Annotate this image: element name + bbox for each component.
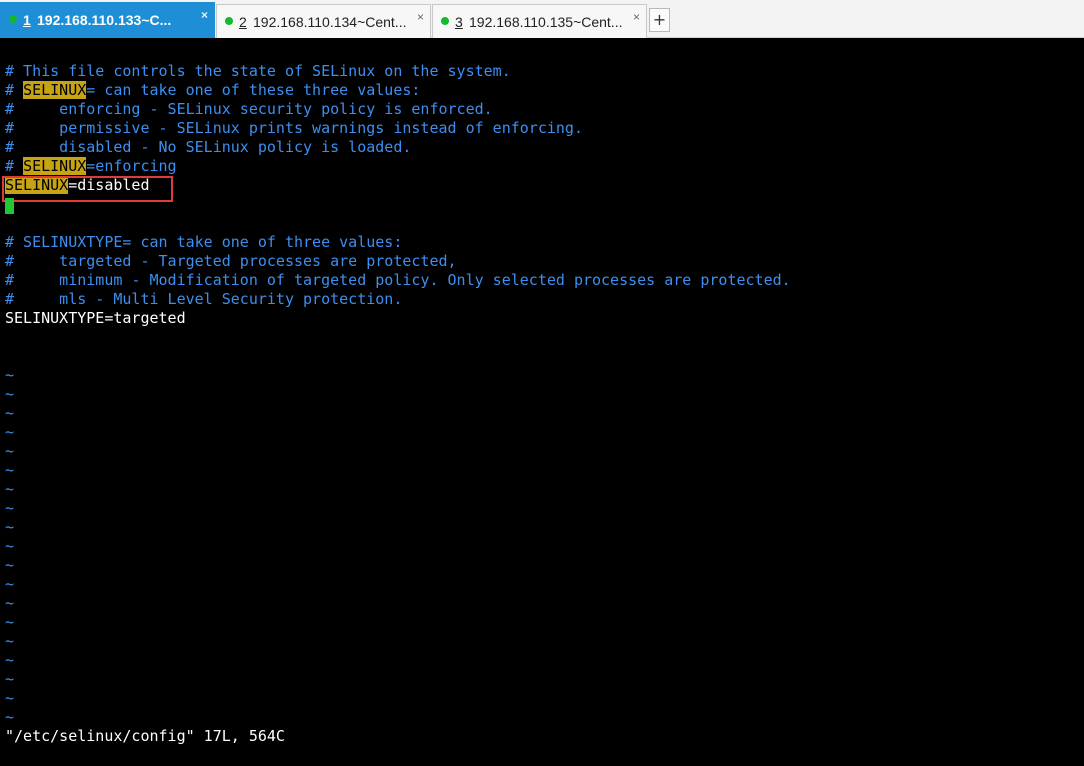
config-line: SELINUXTYPE=targeted [5, 309, 186, 327]
tab-title: 192.168.110.134~Cent... [253, 14, 407, 30]
config-line: # disabled - No SELinux policy is loaded… [5, 138, 412, 156]
config-line: # SELINUXTYPE= can take one of three val… [5, 233, 403, 251]
connected-status-icon [225, 17, 233, 25]
tab-title: 192.168.110.135~Cent... [469, 14, 623, 30]
empty-line-marker: ~ [5, 613, 15, 631]
comment-marker: # [5, 157, 24, 175]
empty-line-marker: ~ [5, 537, 15, 555]
tab-session-1[interactable]: 1 192.168.110.133~C... × [0, 2, 215, 38]
empty-line-marker: ~ [5, 651, 15, 669]
empty-line-marker: ~ [5, 423, 15, 441]
config-line: # permissive - SELinux prints warnings i… [5, 119, 583, 137]
empty-line-marker: ~ [5, 594, 15, 612]
close-icon[interactable]: × [201, 8, 208, 22]
config-line: # This file controls the state of SELinu… [5, 62, 511, 80]
empty-line-marker: ~ [5, 670, 15, 688]
empty-line-marker: ~ [5, 632, 15, 650]
comment-marker: # [5, 81, 24, 99]
annotation-highlight-box [2, 176, 173, 202]
connected-status-icon [441, 17, 449, 25]
empty-line-marker: ~ [5, 499, 15, 517]
empty-line-marker: ~ [5, 689, 15, 707]
empty-line-marker: ~ [5, 480, 15, 498]
config-line: # minimum - Modification of targeted pol… [5, 271, 791, 289]
config-line: # targeted - Targeted processes are prot… [5, 252, 457, 270]
search-highlight: SELINUX [23, 157, 87, 175]
tab-title: 192.168.110.133~C... [37, 12, 172, 28]
tab-number: 1 [23, 12, 31, 28]
close-icon[interactable]: × [417, 10, 424, 24]
search-highlight: SELINUX [23, 81, 87, 99]
empty-line-marker: ~ [5, 518, 15, 536]
terminal-editor[interactable]: # This file controls the state of SELinu… [0, 38, 1084, 766]
config-line: # SELINUX=enforcing [5, 157, 177, 176]
empty-line-marker: ~ [5, 385, 15, 403]
empty-line-marker: ~ [5, 575, 15, 593]
text-cursor [5, 198, 14, 214]
tab-number: 3 [455, 14, 463, 30]
config-line: # mls - Multi Level Security protection. [5, 290, 403, 308]
config-text: = can take one of these three values: [86, 81, 421, 99]
empty-line-marker: ~ [5, 366, 15, 384]
new-tab-button[interactable]: + [649, 8, 670, 32]
empty-line-marker: ~ [5, 461, 15, 479]
tab-session-3[interactable]: 3 192.168.110.135~Cent... × [432, 4, 647, 38]
config-line: # enforcing - SELinux security policy is… [5, 100, 493, 118]
empty-line-marker: ~ [5, 442, 15, 460]
connected-status-icon [9, 15, 17, 23]
empty-line-marker: ~ [5, 708, 15, 726]
empty-line-marker: ~ [5, 556, 15, 574]
config-text: =enforcing [86, 157, 177, 175]
tab-session-2[interactable]: 2 192.168.110.134~Cent... × [216, 4, 431, 38]
tab-bar: 1 192.168.110.133~C... × 2 192.168.110.1… [0, 0, 1084, 38]
close-icon[interactable]: × [633, 10, 640, 24]
config-line: # SELINUX= can take one of these three v… [5, 81, 420, 100]
tab-number: 2 [239, 14, 247, 30]
status-line: "/etc/selinux/config" 17L, 564C [5, 727, 285, 745]
empty-line-marker: ~ [5, 404, 15, 422]
